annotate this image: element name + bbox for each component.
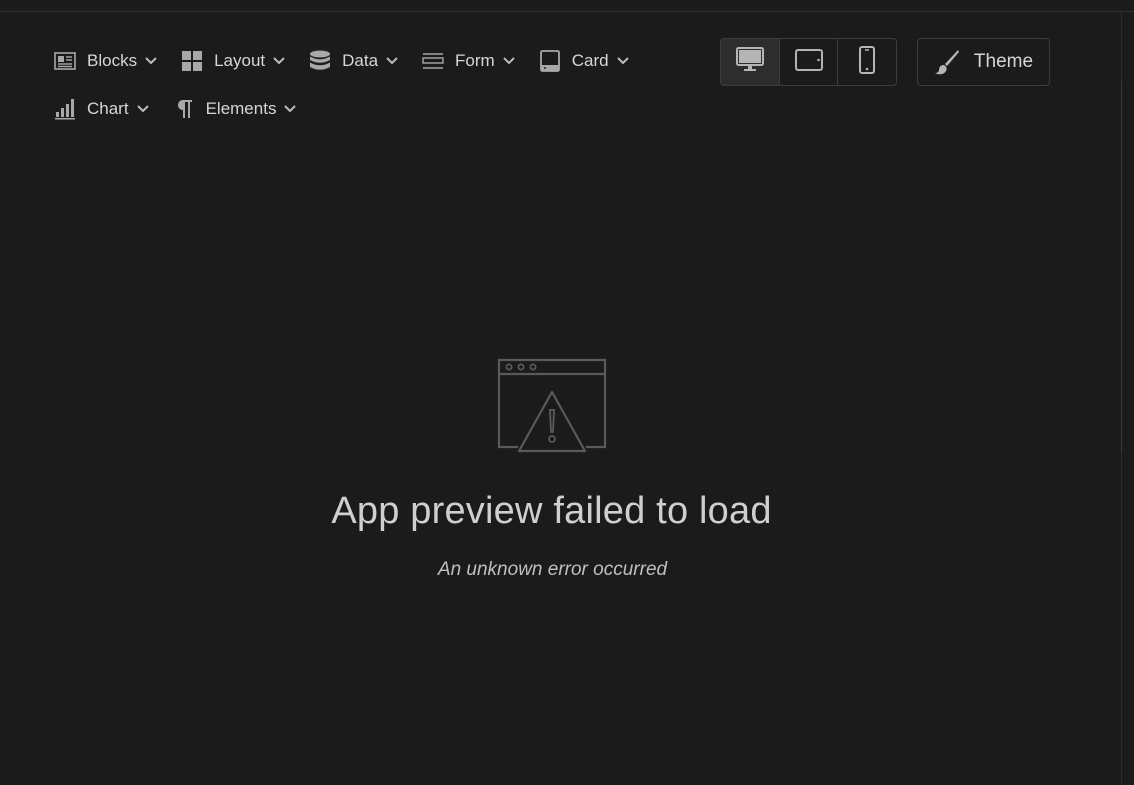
chevron-down-icon — [385, 54, 399, 68]
layout-grid-icon — [180, 49, 204, 73]
toolbar-elements-label: Elements — [205, 99, 277, 118]
device-preview-switcher — [720, 38, 897, 86]
database-icon — [308, 49, 332, 73]
toolbar-layout-menu[interactable]: Layout — [180, 46, 286, 76]
component-toolbar-row-1: Blocks Layout Data Form Card — [53, 46, 652, 76]
theme-button[interactable]: Theme — [917, 38, 1050, 86]
mobile-preview-button[interactable] — [838, 39, 896, 85]
pilcrow-icon — [172, 97, 196, 121]
chevron-down-icon — [616, 54, 630, 68]
toolbar-elements-menu[interactable]: Elements — [172, 94, 298, 124]
toolbar-card-label: Card — [571, 51, 609, 70]
toolbar-chart-menu[interactable]: Chart — [53, 94, 150, 124]
error-subtitle: An unknown error occurred — [437, 559, 668, 580]
form-lines-icon — [421, 49, 445, 73]
toolbar-chart-label: Chart — [87, 99, 129, 118]
toolbar-blocks-label: Blocks — [87, 51, 138, 70]
theme-button-label: Theme — [973, 51, 1034, 72]
top-divider — [0, 11, 1134, 12]
toolbar-form-menu[interactable]: Form — [421, 46, 516, 76]
browser-warning-icon — [496, 357, 608, 453]
card-tablet-icon — [538, 49, 562, 73]
blocks-icon — [53, 49, 77, 73]
chevron-down-icon — [502, 54, 516, 68]
toolbar-form-label: Form — [455, 51, 495, 70]
toolbar-card-menu[interactable]: Card — [538, 46, 630, 76]
desktop-preview-button[interactable] — [721, 39, 780, 85]
bar-chart-icon — [53, 97, 77, 121]
toolbar-layout-label: Layout — [214, 51, 266, 70]
right-side-rail — [1121, 12, 1134, 785]
mobile-phone-icon — [859, 45, 876, 79]
toolbar-blocks-menu[interactable]: Blocks — [53, 46, 158, 76]
paintbrush-icon — [934, 49, 960, 75]
toolbar-data-menu[interactable]: Data — [308, 46, 399, 76]
app-builder-preview: Blocks Layout Data Form Card Chart Eleme… — [0, 0, 1134, 785]
rail-segment — [1121, 82, 1122, 452]
chevron-down-icon — [136, 102, 150, 116]
desktop-monitor-icon — [735, 46, 764, 78]
toolbar-data-label: Data — [342, 51, 379, 70]
tablet-preview-button[interactable] — [780, 39, 839, 85]
chevron-down-icon — [272, 54, 286, 68]
error-title: App preview failed to load — [331, 490, 772, 532]
chevron-down-icon — [283, 102, 297, 116]
chevron-down-icon — [144, 54, 158, 68]
component-toolbar-row-2: Chart Elements — [53, 94, 319, 124]
tablet-landscape-icon — [794, 48, 823, 76]
